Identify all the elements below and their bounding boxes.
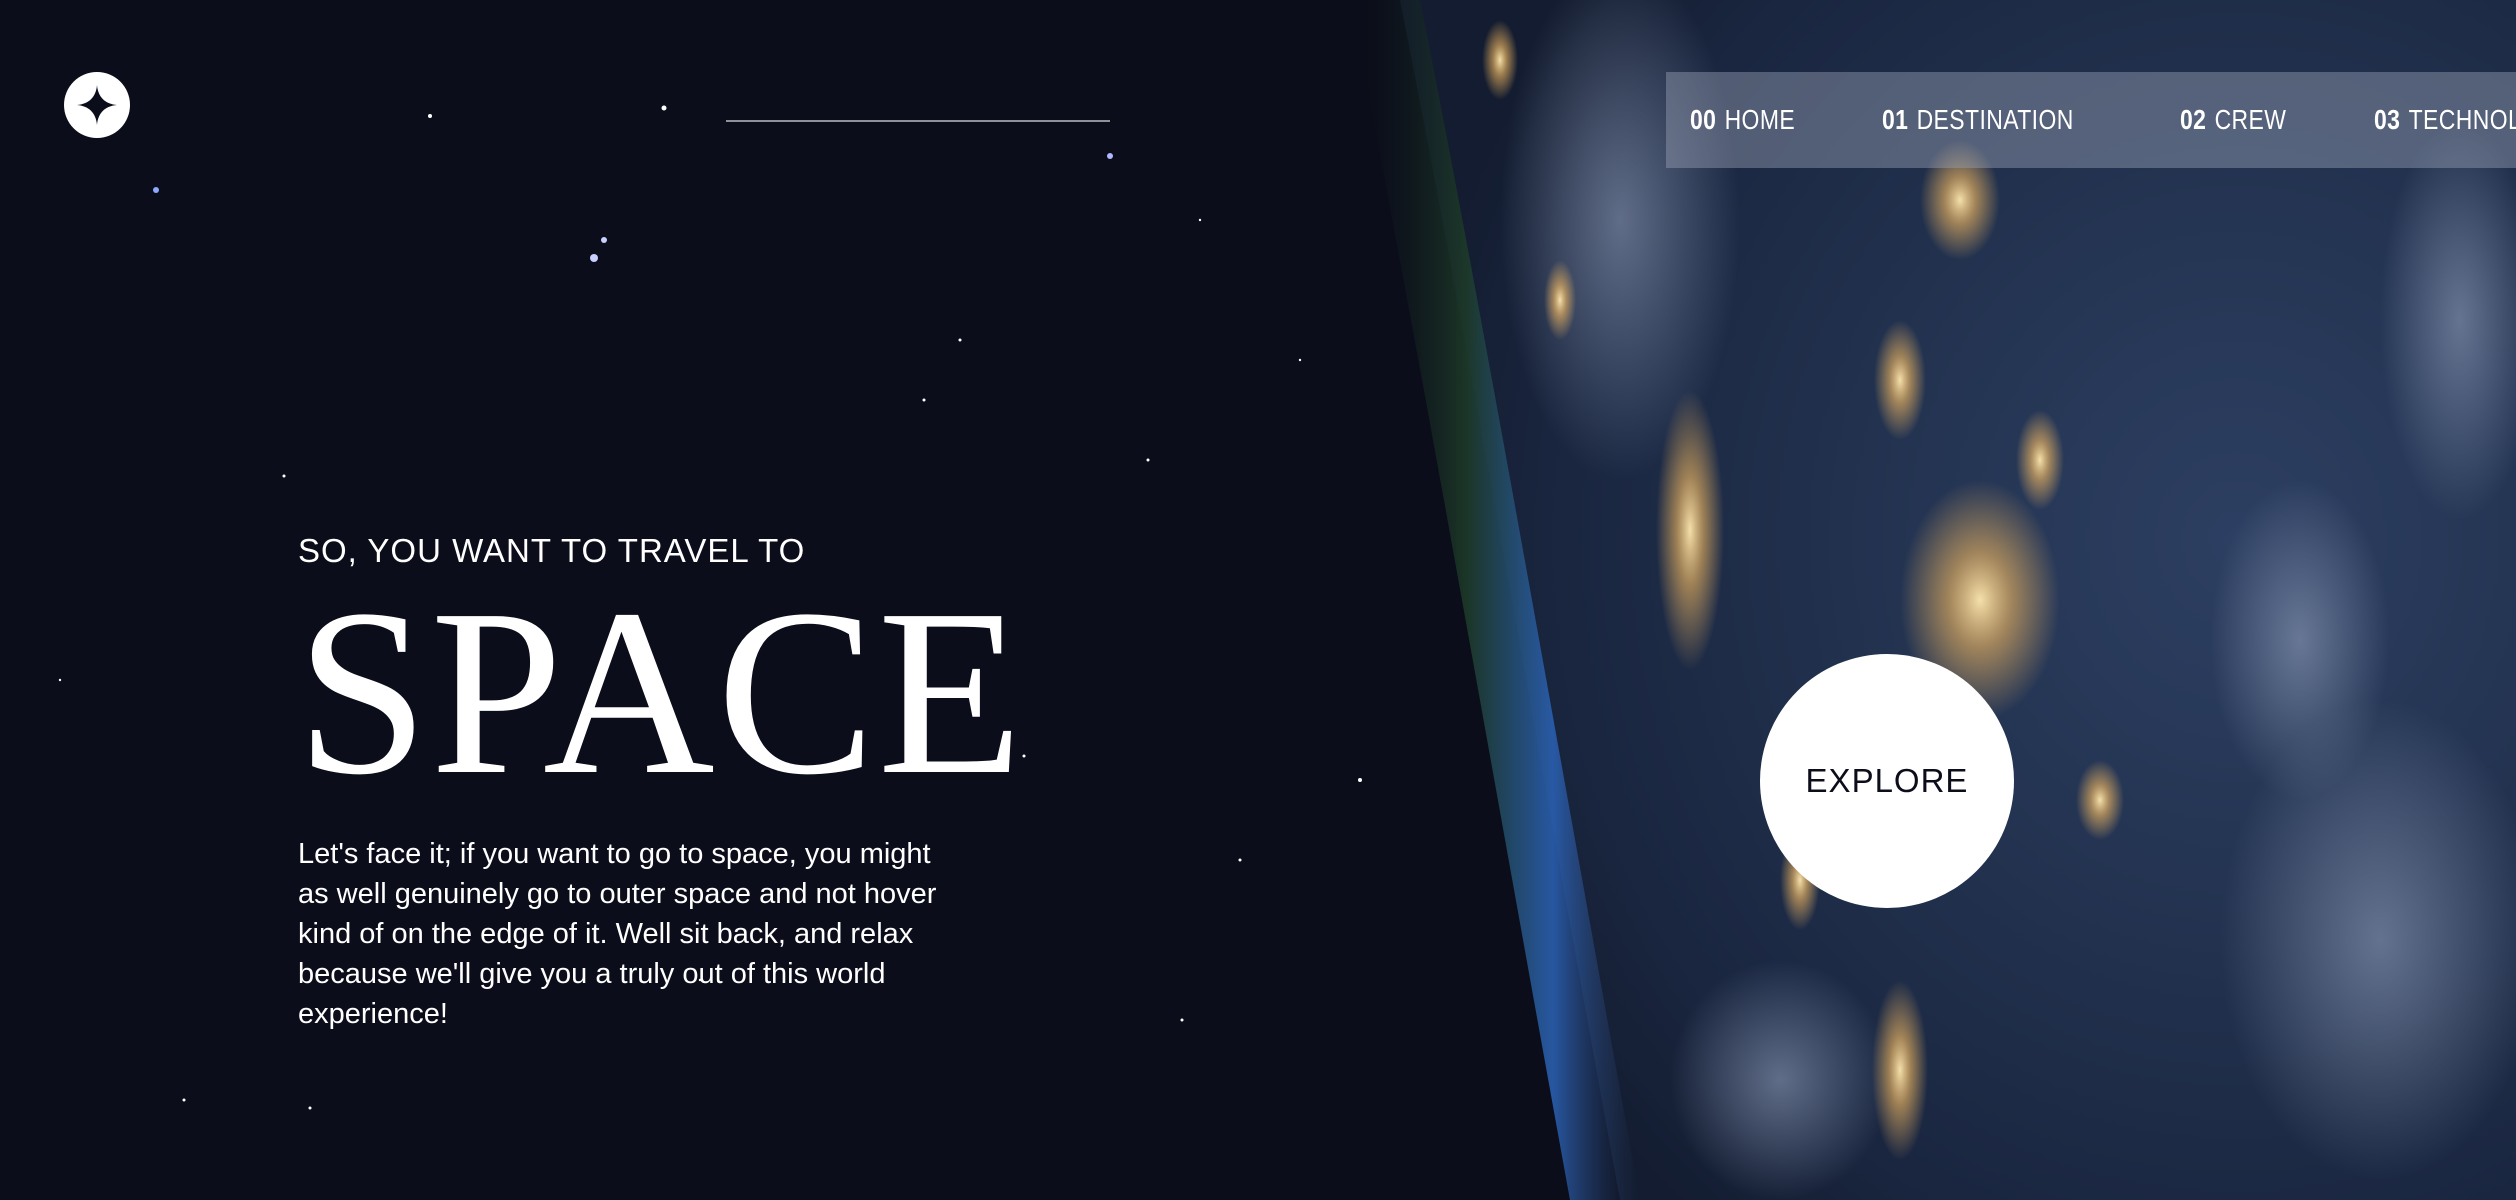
nav-item-destination[interactable]: 01 DESTINATION	[1882, 72, 2074, 168]
nav-item-crew[interactable]: 02 CREW	[2180, 72, 2286, 168]
nav-item-label: TECHNOLOGY	[2408, 104, 2516, 135]
nav-item-number: 03	[2373, 104, 2401, 135]
header-divider	[726, 120, 1110, 122]
nav-item-number: 02	[2179, 104, 2207, 135]
hero-description: Let's face it; if you want to go to spac…	[298, 838, 937, 1030]
explore-button[interactable]: EXPLORE	[1760, 654, 2014, 908]
nav-item-label: CREW	[2214, 104, 2287, 135]
nav-item-technology[interactable]: 03 TECHNOLOGY	[2374, 72, 2516, 168]
hero-title: SPACE	[296, 561, 1025, 824]
nav-item-label: HOME	[1724, 104, 1796, 135]
nav-item-number: 01	[1882, 104, 1909, 135]
home-page: 00 HOME 01 DESTINATION 02 CREW 03 TECHNO…	[0, 0, 2516, 1200]
nav-item-home[interactable]: 00 HOME	[1690, 72, 1795, 168]
star-icon	[77, 85, 117, 125]
nav-item-label: DESTINATION	[1916, 104, 2074, 135]
main-nav: 00 HOME 01 DESTINATION 02 CREW 03 TECHNO…	[1666, 72, 2516, 168]
nav-item-number: 00	[1690, 104, 1717, 135]
logo[interactable]	[64, 72, 130, 138]
